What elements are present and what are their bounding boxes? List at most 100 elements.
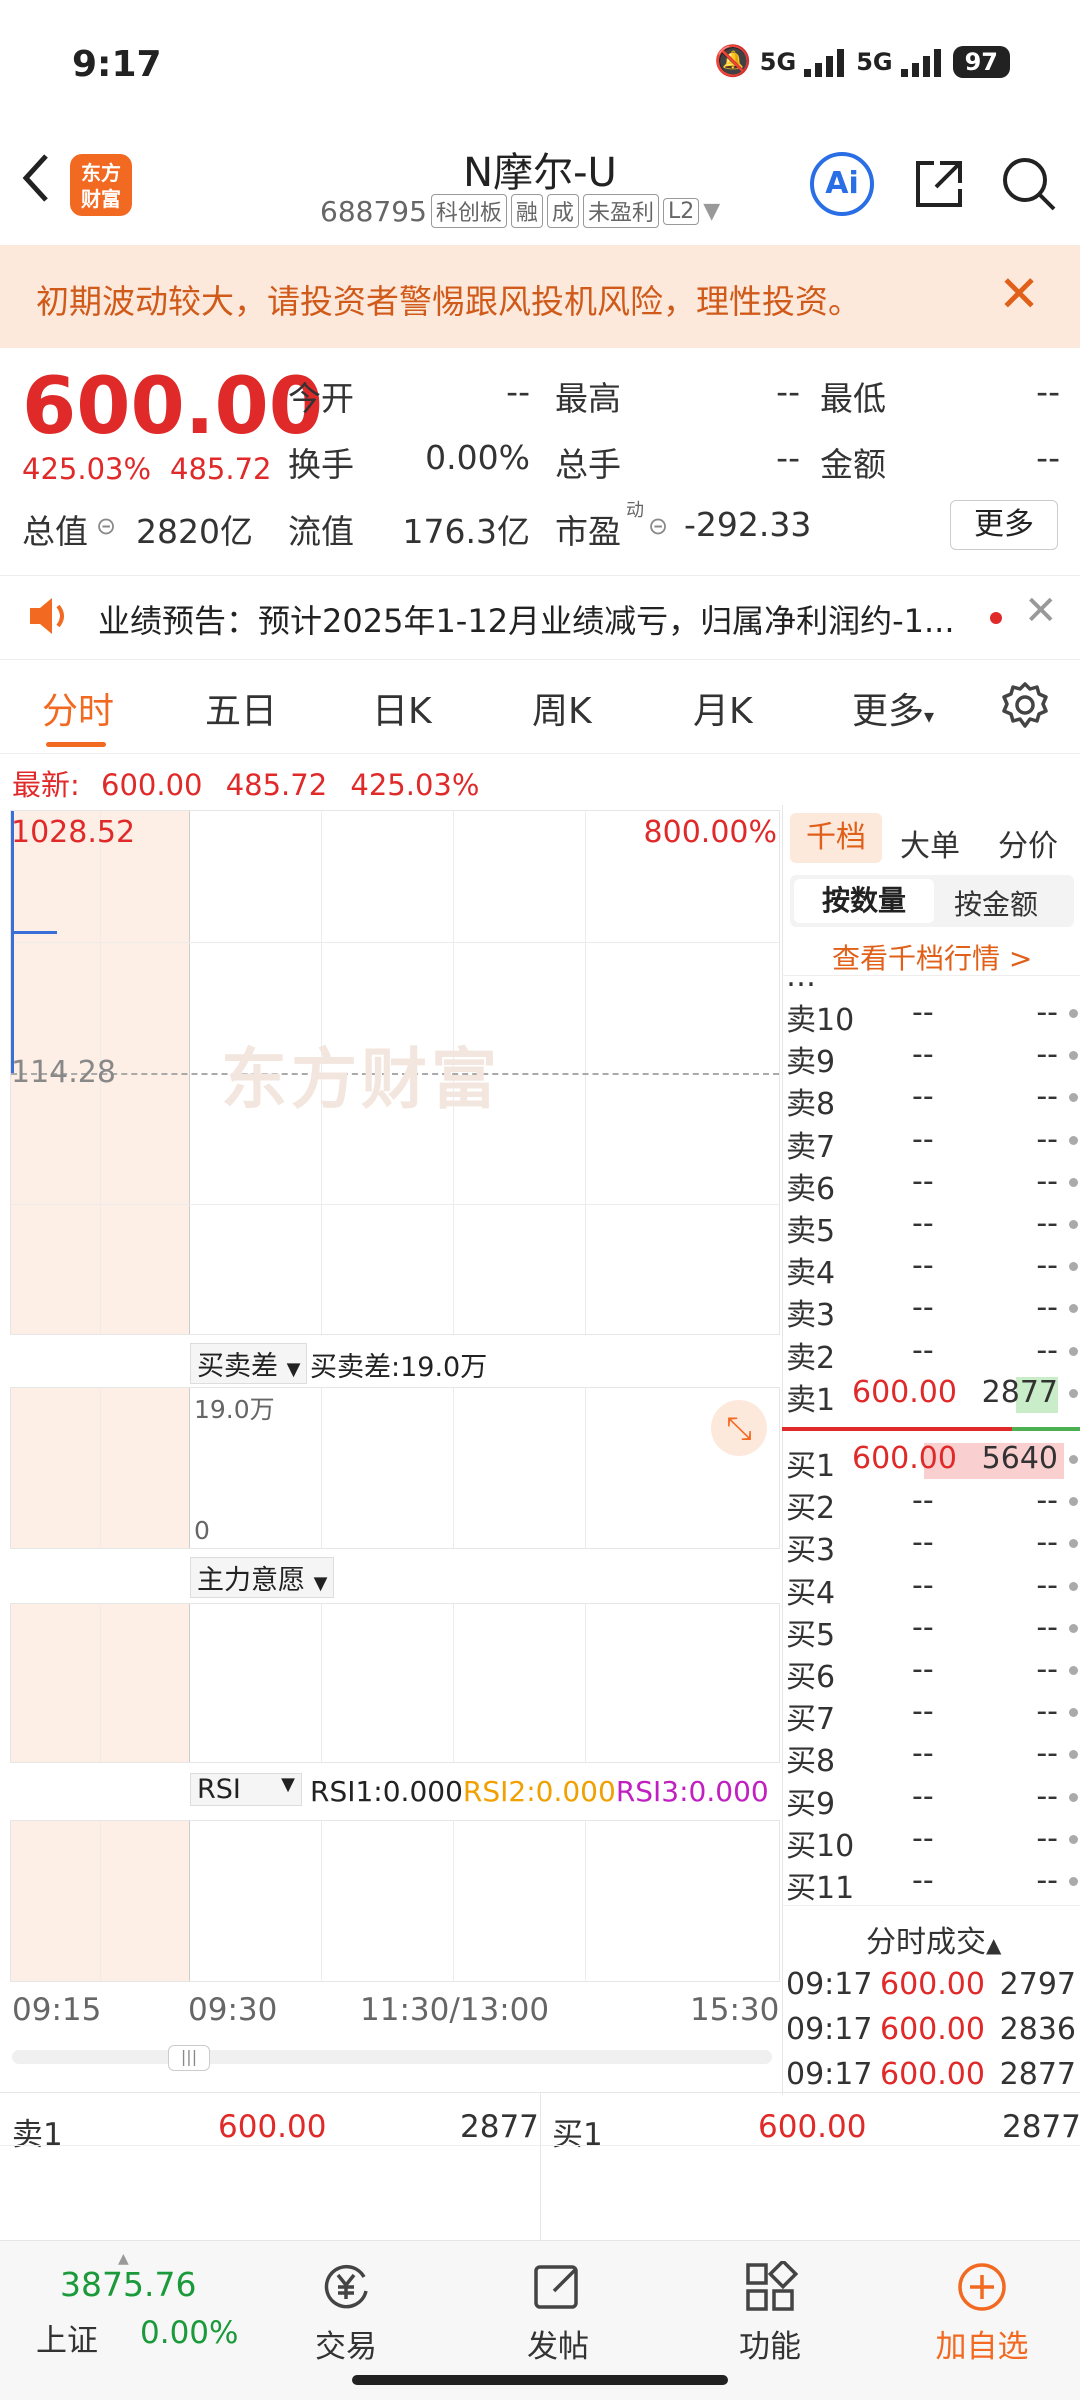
home-indicator[interactable] [352, 2375, 728, 2385]
sell11-partial: … [786, 977, 846, 991]
caret-up-icon: ▲ [986, 1933, 1002, 1957]
buy-price: -- [912, 1525, 934, 1561]
nav-post[interactable]: 发帖 [512, 2261, 604, 2366]
app-logo[interactable]: 东方财富 [70, 154, 132, 216]
sell-level-label: 卖2 [786, 1340, 836, 1376]
high-value: -- [776, 372, 800, 411]
dot-icon [1069, 1304, 1078, 1314]
info-icon[interactable]: ⊝ [96, 512, 116, 540]
nav-functions[interactable]: 功能 [724, 2258, 816, 2366]
sell-price: -- [912, 1121, 934, 1157]
sell-row: 卖6 -- -- [782, 1163, 1080, 1207]
nav-add-watchlist[interactable]: 加自选 [922, 2261, 1042, 2366]
tab-monthly-k[interactable]: 月K [693, 682, 753, 734]
buy-level-label: 买11 [786, 1871, 855, 1906]
close-forecast-button[interactable]: ✕ [1024, 588, 1058, 634]
best-quote-strip: 卖1 600.00 2877 买1 600.00 2877 [0, 2092, 1080, 2243]
trades-title[interactable]: 分时成交▲ [866, 1917, 1001, 1961]
latest-label: 最新: [12, 768, 80, 802]
sell-level-label: 卖1 [786, 1382, 836, 1418]
expand-icon: ⤡ [726, 1409, 752, 1447]
forecast-bar[interactable]: 业绩预告：预计2025年1-12月业绩减亏，归属净利润约-1... ✕ [0, 575, 1080, 660]
indicator-select-3[interactable]: RSI ▼ [190, 1773, 302, 1806]
rsi-panel[interactable] [10, 1820, 780, 1982]
float-cap-label: 流值 [288, 512, 354, 551]
tag-unprofitable: 未盈利 [582, 194, 659, 228]
expand-button[interactable]: ⤡ [711, 1400, 767, 1456]
volume-label: 总手 [555, 445, 621, 484]
buy-level-label: 买4 [786, 1575, 836, 1611]
yen-coin-icon [324, 2264, 368, 2309]
indicator-select-1[interactable]: 买卖差 ▼ [190, 1343, 308, 1384]
buy-price: -- [912, 1567, 934, 1603]
settings-button[interactable] [1000, 680, 1050, 734]
gear-icon [1002, 682, 1048, 728]
dot-icon [1069, 1346, 1078, 1356]
sell-volume: -- [1036, 1206, 1058, 1241]
rsi2-value: RSI2:0.000 [462, 1775, 616, 1808]
tab-intraday[interactable]: 分时 [42, 682, 114, 734]
strip-buy-price: 600.00 [758, 2109, 867, 2145]
indicator-select-2[interactable]: 主力意愿 ▼ [190, 1557, 335, 1598]
buy-volume: -- [1036, 1736, 1058, 1772]
status-icons: 🔕 5G 5G 97 [714, 44, 1010, 79]
pe-label: 市盈 [555, 512, 621, 551]
buy-row: 买10 -- -- [782, 1821, 1080, 1864]
sell-level-label: 卖6 [786, 1171, 836, 1207]
buy-price: -- [912, 1483, 934, 1519]
ai-button[interactable]: Ai [810, 152, 874, 216]
trade-row: 09:17 600.00 2836 [782, 2012, 1080, 2054]
close-notice-button[interactable]: ✕ [998, 265, 1040, 323]
sell-row: 卖10 -- -- [782, 995, 1080, 1038]
share-button[interactable] [910, 155, 968, 217]
change-amount: 485.72 [170, 452, 272, 486]
back-button[interactable] [18, 150, 54, 220]
buy-row: 买5 -- -- [782, 1610, 1080, 1653]
tag-l2: L2 [662, 197, 700, 225]
search-button[interactable] [1000, 155, 1058, 217]
strip-sell-label: 卖1 [12, 2117, 63, 2153]
unread-dot [990, 612, 1002, 624]
stock-subline[interactable]: 688795 科创板 融 成 未盈利 L2 ▼ [320, 194, 720, 228]
main-force-panel[interactable] [10, 1603, 780, 1763]
trade-time: 09:17 [786, 2057, 873, 2092]
info-icon[interactable]: ⊝ [648, 512, 668, 540]
sell-level-label: 卖5 [786, 1214, 836, 1249]
sell-price: -- [912, 1332, 934, 1368]
sub-tab-by-qty[interactable]: 按数量 [794, 879, 934, 923]
dot-icon [1069, 1581, 1078, 1591]
tab-level-book[interactable]: 千档 [790, 813, 882, 863]
buy-level-label: 买10 [786, 1828, 855, 1864]
caret-down-icon: ▼ [286, 1359, 301, 1380]
tab-five-day[interactable]: 五日 [205, 682, 277, 734]
spread-panel[interactable]: 19.0万 0 ⤡ [10, 1387, 780, 1549]
strip-buy-vol: 2877 [1002, 2109, 1080, 2145]
last-price: 600.00 [22, 362, 323, 452]
sell-level-label: 卖4 [786, 1256, 836, 1292]
tab-weekly-k[interactable]: 周K [532, 682, 592, 734]
buy-volume: 5640 [981, 1441, 1058, 1476]
price-panel[interactable]: 东方财富 1028.52 800.00% 114.28 [10, 810, 780, 1335]
caret-down-icon: ▾ [924, 704, 935, 728]
spread-top-label: 19.0万 [194, 1395, 275, 1424]
risk-notice-banner: 初期波动较大，请投资者警惕跟风投机风险，理性投资。 ✕ [0, 245, 1080, 348]
sell-volume: -- [1036, 1163, 1058, 1199]
index-ticker[interactable]: ▲ 3875.76 上证 0.00% [28, 2251, 248, 2365]
view-full-book-link[interactable]: 查看千档行情 > [832, 937, 1032, 977]
buy-price: 600.00 [852, 1441, 957, 1476]
sub-tab-by-amount[interactable]: 按金额 [954, 883, 1038, 923]
tab-daily-k[interactable]: 日K [372, 682, 432, 734]
chart-scrollbar[interactable] [12, 2050, 772, 2064]
trade-price: 600.00 [880, 1967, 985, 2002]
intraday-chart[interactable]: 东方财富 1028.52 800.00% 114.28 买卖差 ▼ 买卖差:19… [10, 805, 780, 1985]
strip-sell-vol: 2877 [460, 2109, 539, 2145]
y-top-label: 1028.52 [11, 815, 136, 850]
tab-price-dist[interactable]: 分价 [998, 821, 1058, 865]
tab-more[interactable]: 更多▾ [852, 682, 934, 734]
more-quote-button[interactable]: 更多 [950, 500, 1058, 550]
nav-trade[interactable]: 交易 [300, 2261, 392, 2366]
speaker-icon [26, 594, 72, 642]
scrollbar-handle[interactable]: ||| [168, 2045, 210, 2071]
buy-price: -- [912, 1863, 934, 1898]
tab-big-orders[interactable]: 大单 [900, 821, 960, 865]
